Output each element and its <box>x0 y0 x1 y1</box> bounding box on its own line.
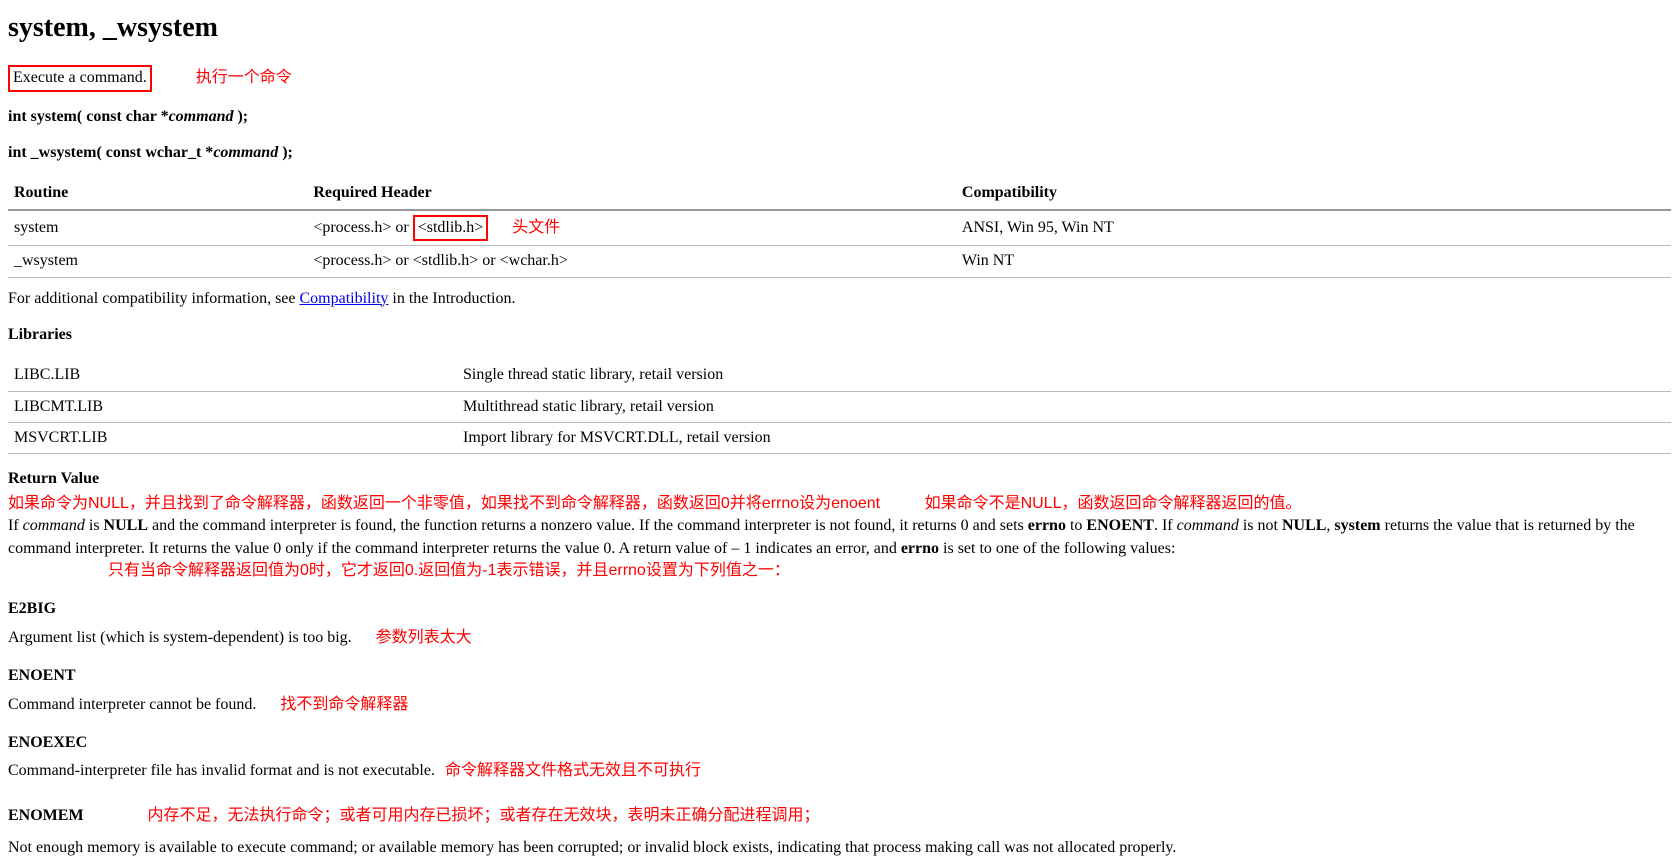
error-enomem-annot: 内存不足，无法执行命令；或者可用内存已损坏；或者存在无效块，表明未正确分配进程调… <box>148 807 820 824</box>
error-enoent-line: Command interpreter cannot be found. 找不到… <box>8 694 1671 716</box>
rv-b-errno1: errno <box>1028 517 1066 534</box>
th-required-header: Required Header <box>307 178 956 209</box>
table-row: MSVCRT.LIB Import library for MSVCRT.DLL… <box>8 423 1671 454</box>
sig2-pre: int _wsystem( const wchar_t * <box>8 144 213 161</box>
error-enoent-desc: Command interpreter cannot be found. <box>8 696 256 713</box>
cell-lib-desc: Import library for MSVCRT.DLL, retail ve… <box>457 423 1671 454</box>
rv-t: is set to one of the following values: <box>939 540 1175 557</box>
rv-b-enoent: ENOENT <box>1086 517 1154 534</box>
compat-post: in the Introduction. <box>388 290 515 307</box>
cell-required-header: <process.h> or <stdlib.h> 头文件 <box>307 210 956 246</box>
intro-line: Execute a command. 执行一个命令 <box>8 65 1671 91</box>
cell-routine: system <box>8 210 307 246</box>
compat-info-line: For additional compatibility information… <box>8 288 1671 310</box>
rv-annot-1a: 如果命令为NULL，并且找到了命令解释器，函数返回一个非零值，如果找不到命令解释… <box>8 495 880 512</box>
error-enoexec-desc: Command-interpreter file has invalid for… <box>8 762 435 779</box>
rv-b-system: system <box>1334 517 1380 534</box>
rv-b-null1: NULL <box>104 517 148 534</box>
rv-b-errno2: errno <box>901 540 939 557</box>
hdr-boxed: <stdlib.h> <box>413 215 489 241</box>
cell-routine: _wsystem <box>8 246 307 277</box>
cell-lib: MSVCRT.LIB <box>8 423 457 454</box>
rv-t: is not <box>1239 517 1282 534</box>
return-value-heading: Return Value <box>8 468 1671 490</box>
rv-t: . If <box>1154 517 1177 534</box>
error-enomem-name: ENOMEM <box>8 805 84 827</box>
rv-t: If <box>8 517 23 534</box>
compatibility-link[interactable]: Compatibility <box>300 290 389 307</box>
cell-lib-desc: Single thread static library, retail ver… <box>457 360 1671 391</box>
rv-b-null2: NULL <box>1282 517 1326 534</box>
table-row: LIBC.LIB Single thread static library, r… <box>8 360 1671 391</box>
return-value-paragraph: If command is NULL and the command inter… <box>8 515 1671 560</box>
error-e2big-line: Argument list (which is system-dependent… <box>8 627 1671 649</box>
table-row: system <process.h> or <stdlib.h> 头文件 ANS… <box>8 210 1671 246</box>
error-enomem-desc: Not enough memory is available to execut… <box>8 837 1671 859</box>
cell-compat: ANSI, Win 95, Win NT <box>956 210 1671 246</box>
table-row: _wsystem <process.h> or <stdlib.h> or <w… <box>8 246 1671 277</box>
sig1-post: ); <box>233 108 248 125</box>
error-e2big-annot: 参数列表太大 <box>376 629 472 646</box>
intro-annotation: 执行一个命令 <box>196 69 292 86</box>
compat-pre: For additional compatibility information… <box>8 290 300 307</box>
error-enoexec-line: Command-interpreter file has invalid for… <box>8 760 1671 782</box>
hdr-pre: <process.h> or <box>313 219 412 236</box>
sig2-post: ); <box>278 144 293 161</box>
table-row: LIBCMT.LIB Multithread static library, r… <box>8 391 1671 422</box>
error-e2big-name: E2BIG <box>8 598 1671 620</box>
error-enoexec-annot: 命令解释器文件格式无效且不可执行 <box>445 762 701 779</box>
th-routine: Routine <box>8 178 307 209</box>
cell-lib-desc: Multithread static library, retail versi… <box>457 391 1671 422</box>
signature-system: int system( const char *command ); <box>8 106 1671 128</box>
cell-lib: LIBC.LIB <box>8 360 457 391</box>
error-e2big-desc: Argument list (which is system-dependent… <box>8 629 352 646</box>
rv-t: to <box>1066 517 1086 534</box>
signature-wsystem: int _wsystem( const wchar_t *command ); <box>8 142 1671 164</box>
sig1-param: command <box>169 108 234 125</box>
error-enoexec-name: ENOEXEC <box>8 732 1671 754</box>
cell-required-header: <process.h> or <stdlib.h> or <wchar.h> <box>307 246 956 277</box>
rv-annotation-line1: 如果命令为NULL，并且找到了命令解释器，函数返回一个非零值，如果找不到命令解释… <box>8 493 1671 515</box>
return-value-block: Return Value 如果命令为NULL，并且找到了命令解释器，函数返回一个… <box>8 468 1671 582</box>
th-compatibility: Compatibility <box>956 178 1671 209</box>
table-header-row: Routine Required Header Compatibility <box>8 178 1671 209</box>
error-enoent-annot: 找不到命令解释器 <box>280 696 408 713</box>
sig1-pre: int system( const char * <box>8 108 169 125</box>
error-enoent-name: ENOENT <box>8 665 1671 687</box>
rv-i-command1: command <box>23 517 85 534</box>
page-title: system, _wsystem <box>8 8 1671 47</box>
intro-boxed: Execute a command. <box>8 65 152 91</box>
cell-compat: Win NT <box>956 246 1671 277</box>
rv-i-command2: command <box>1177 517 1239 534</box>
required-header-table: Routine Required Header Compatibility sy… <box>8 178 1671 277</box>
rv-t: is <box>85 517 104 534</box>
libraries-heading: Libraries <box>8 324 1671 346</box>
cell-lib: LIBCMT.LIB <box>8 391 457 422</box>
libraries-table: LIBC.LIB Single thread static library, r… <box>8 360 1671 454</box>
rv-t: and the command interpreter is found, th… <box>148 517 1028 534</box>
rv-annotation-line2: 只有当命令解释器返回值为0时，它才返回0.返回值为-1表示错误，并且errno设… <box>108 560 1671 582</box>
hdr-annotation: 头文件 <box>512 219 560 236</box>
rv-annot-1b: 如果命令不是NULL，函数返回命令解释器返回的值。 <box>925 495 1302 512</box>
sig2-param: command <box>213 144 278 161</box>
